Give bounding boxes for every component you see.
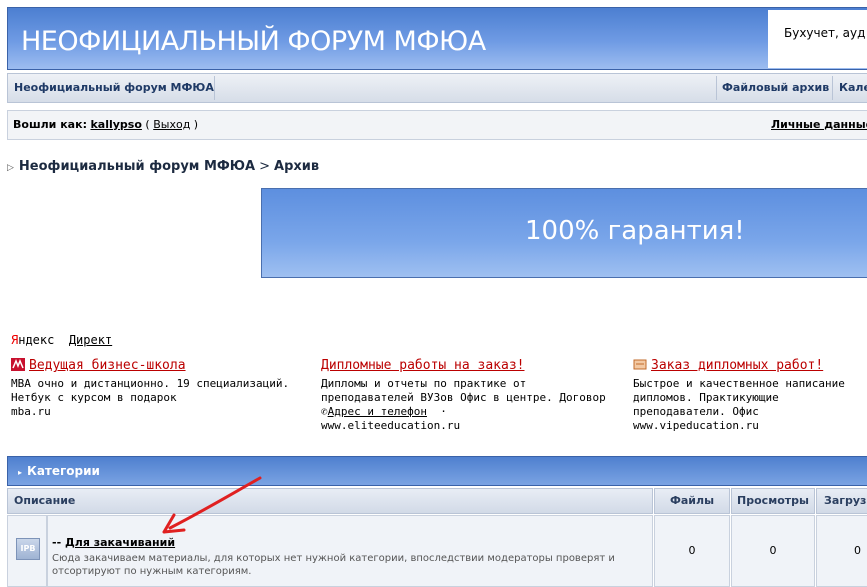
- ad-body: Быстрое и качественное написание дипломо…: [633, 377, 845, 418]
- breadcrumb: ▷ Неофициальный форум МФЮА > Архив: [7, 159, 319, 174]
- logged-as-label: Вошли как:: [13, 118, 87, 131]
- ad-dot: ·: [440, 405, 447, 418]
- column-header-description: Описание: [7, 488, 653, 514]
- column-header-downloads: Загрузки: [816, 488, 867, 514]
- collapse-triangle-icon[interactable]: ▸: [18, 468, 22, 477]
- breadcrumb-arrow-icon: ▷: [7, 163, 14, 173]
- ad-title-link[interactable]: Ведущая бизнес-школа: [11, 357, 301, 375]
- annotation-arrow-icon: [162, 476, 262, 534]
- forum-header-banner: НЕОФИЦИАЛЬНЫЙ ФОРУМ МФЮА Бухучет, ауд: [7, 7, 867, 70]
- table-row: -- Для закачиваний Сюда закачиваем матер…: [47, 515, 653, 587]
- yandex-ndex: ндекс: [18, 333, 55, 347]
- breadcrumb-separator: >: [259, 159, 271, 174]
- ad-contacts: ✆Адрес и телефон ·: [321, 405, 621, 419]
- nav-calendar-link[interactable]: Кале: [839, 74, 867, 102]
- text-ad-3: Заказ дипломных работ! Быстрое и качеств…: [633, 357, 867, 433]
- breadcrumb-current: Архив: [274, 159, 320, 174]
- ad-favicon-icon: [633, 359, 647, 370]
- forum-title: НЕОФИЦИАЛЬНЫЙ ФОРУМ МФЮА: [21, 26, 486, 57]
- ad-favicon-icon: [11, 358, 25, 371]
- user-bar: Вошли как: kallypso ( Выход ) Личные дан…: [7, 110, 867, 140]
- categories-header: ▸ Категории: [7, 456, 867, 486]
- column-header-files: Файлы: [654, 488, 730, 514]
- ad-title-link[interactable]: Дипломные работы на заказ!: [321, 357, 621, 375]
- banner-ad[interactable]: 100% гарантия!: [261, 188, 867, 278]
- yandex-direct-link[interactable]: Директ: [69, 333, 112, 347]
- ad-domain: www.eliteeducation.ru: [321, 419, 461, 432]
- ad-body: MBA очно и дистанционно. 19 специализаци…: [11, 377, 290, 404]
- ad-title: Ведущая бизнес-школа: [29, 358, 186, 373]
- nav-separator: [716, 76, 717, 100]
- category-prefix: --: [52, 536, 65, 549]
- table-row-icon-cell: IPB: [7, 515, 47, 587]
- nav-separator: [214, 76, 215, 100]
- category-downloads-count: 0: [816, 515, 867, 587]
- nav-separator: [832, 76, 833, 100]
- text-ad-1: Ведущая бизнес-школа MBA очно и дистанци…: [11, 357, 301, 419]
- ipb-category-icon: IPB: [16, 538, 40, 560]
- ad-address-link[interactable]: Адрес и телефон: [328, 405, 427, 418]
- username-link[interactable]: kallypso: [90, 118, 141, 131]
- yandex-direct-label[interactable]: Яндекс Директ: [11, 333, 112, 347]
- logout-link[interactable]: Выход: [153, 118, 190, 131]
- ad-title-link[interactable]: Заказ дипломных работ!: [633, 357, 867, 375]
- logged-in-info: Вошли как: kallypso ( Выход ): [13, 118, 199, 131]
- nav-forum-home-link[interactable]: Неофициальный форум МФЮА: [14, 74, 214, 102]
- ad-title: Заказ дипломных работ!: [651, 358, 824, 373]
- ad-domain: www.vipeducation.ru: [633, 419, 759, 432]
- text-ad-2: Дипломные работы на заказ! Дипломы и отч…: [321, 357, 621, 433]
- category-files-count: 0: [654, 515, 730, 587]
- phone-icon: ✆: [321, 405, 328, 418]
- banner-ad-text: 100% гарантия!: [525, 216, 745, 246]
- personal-data-link[interactable]: Личные данные: [771, 111, 867, 139]
- top-navbar: Неофициальный форум МФЮА Файловый архив …: [7, 73, 867, 103]
- ad-body: Дипломы и отчеты по практике от преподав…: [321, 377, 606, 404]
- breadcrumb-root-link[interactable]: Неофициальный форум МФЮА: [19, 159, 255, 174]
- categories-title: Категории: [27, 464, 100, 478]
- ad-domain: mba.ru: [11, 405, 51, 418]
- category-description: Сюда закачиваем материалы, для которых н…: [52, 553, 615, 577]
- category-views-count: 0: [731, 515, 815, 587]
- header-ad[interactable]: Бухучет, ауд: [768, 10, 867, 68]
- column-header-views: Просмотры: [731, 488, 815, 514]
- nav-file-archive-link[interactable]: Файловый архив: [722, 74, 829, 102]
